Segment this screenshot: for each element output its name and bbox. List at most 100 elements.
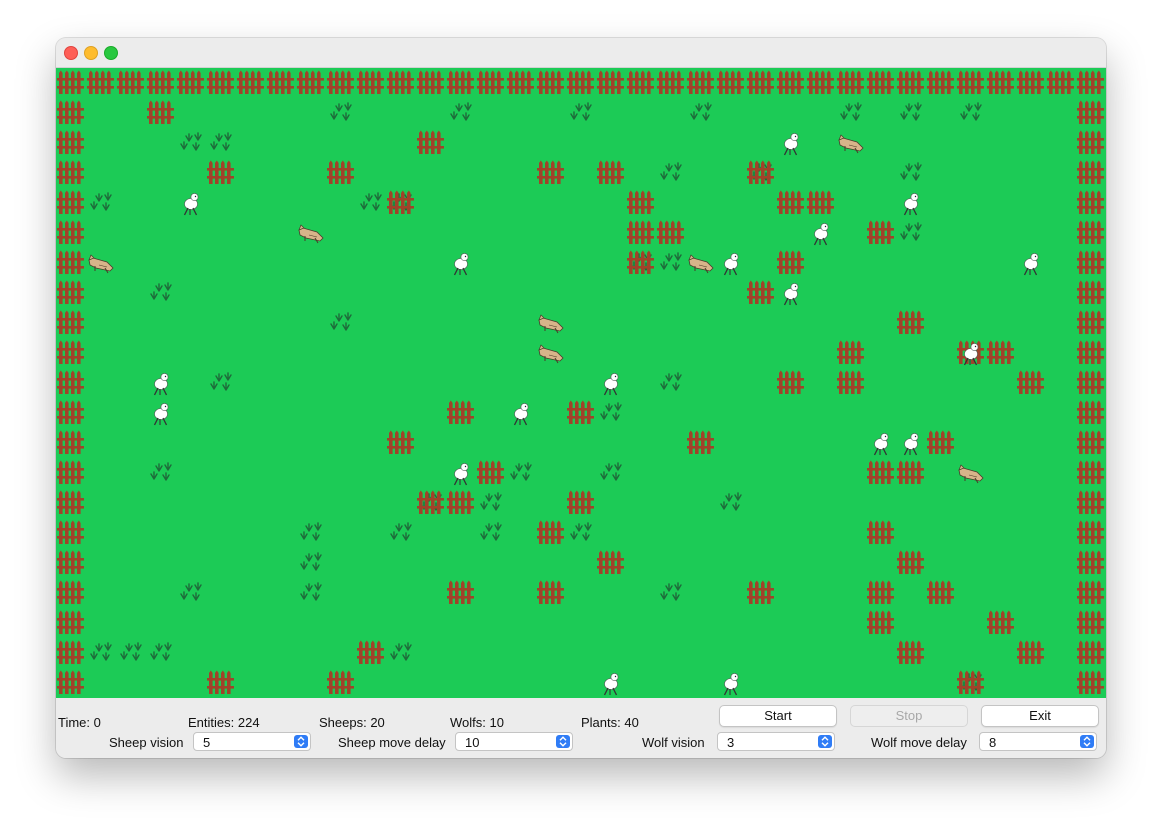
fence-tile — [897, 70, 924, 94]
minimize-window-button[interactable] — [84, 46, 98, 60]
fence-tile — [447, 70, 474, 94]
control-panel: Time: 0 Entities: 224 Sheeps: 20 Wolfs: … — [56, 698, 1106, 758]
plant-tile — [660, 162, 682, 181]
sheep-vision-label: Sheep vision — [109, 735, 184, 750]
fence-tile — [57, 490, 84, 514]
sheep-move-delay-value: 10 — [465, 735, 480, 750]
fence-tile — [417, 70, 444, 94]
fence-tile — [57, 100, 84, 124]
wolf-sprite — [538, 314, 564, 334]
fence-tile — [57, 580, 84, 604]
fence-tile — [687, 430, 714, 454]
fence-tile — [1077, 430, 1104, 454]
sheep-sprite — [783, 283, 799, 306]
fence-tile — [207, 70, 234, 94]
start-button[interactable]: Start — [719, 705, 837, 727]
fence-tile — [1017, 370, 1044, 394]
fence-tile — [1077, 580, 1104, 604]
fence-tile — [57, 610, 84, 634]
fence-tile — [1077, 70, 1104, 94]
fence-tile — [57, 340, 84, 364]
sheep-sprite — [903, 433, 919, 456]
fence-tile — [537, 580, 564, 604]
fence-tile — [1077, 370, 1104, 394]
fence-tile — [1077, 520, 1104, 544]
plant-tile — [660, 372, 682, 391]
sheep-move-delay-select[interactable]: 10 — [455, 732, 573, 751]
exit-button[interactable]: Exit — [981, 705, 1099, 727]
fence-tile — [57, 550, 84, 574]
wolf-sprite — [88, 254, 114, 274]
wolf-move-delay-label: Wolf move delay — [871, 735, 967, 750]
fence-tile — [237, 70, 264, 94]
fence-tile — [1077, 130, 1104, 154]
fence-tile — [327, 670, 354, 694]
fence-tile — [1077, 280, 1104, 304]
wolf-move-delay-select[interactable]: 8 — [979, 732, 1097, 751]
close-window-button[interactable] — [64, 46, 78, 60]
stop-button[interactable]: Stop — [850, 705, 968, 727]
fence-tile — [57, 160, 84, 184]
fence-tile — [417, 130, 444, 154]
fence-tile — [1077, 640, 1104, 664]
sheep-move-delay-label: Sheep move delay — [338, 735, 446, 750]
wolf-sprite — [838, 134, 864, 154]
fence-tile — [807, 70, 834, 94]
fence-tile — [957, 70, 984, 94]
sheeps-counter: Sheeps: 20 — [319, 715, 385, 730]
fence-tile — [837, 70, 864, 94]
fence-tile — [1077, 490, 1104, 514]
fence-tile — [687, 70, 714, 94]
plant-tile — [600, 462, 622, 481]
sheep-sprite — [453, 463, 469, 486]
sheep-sprite — [813, 223, 829, 246]
fence-tile — [657, 70, 684, 94]
plant-tile — [300, 552, 322, 571]
fence-tile — [147, 70, 174, 94]
zoom-window-button[interactable] — [104, 46, 118, 60]
fence-tile — [1077, 250, 1104, 274]
sheep-sprite — [183, 193, 199, 216]
fence-tile — [867, 460, 894, 484]
fence-tile — [717, 70, 744, 94]
plant-tile — [900, 222, 922, 241]
fence-tile — [777, 190, 804, 214]
fence-tile — [1077, 550, 1104, 574]
plant-tile — [480, 492, 502, 511]
fence-tile — [777, 250, 804, 274]
plant-tile — [120, 642, 142, 661]
fence-tile — [1017, 70, 1044, 94]
fence-tile — [87, 70, 114, 94]
fence-tile — [177, 70, 204, 94]
plant-tile — [150, 462, 172, 481]
fence-tile — [867, 520, 894, 544]
plant-tile — [300, 582, 322, 601]
fence-tile — [117, 70, 144, 94]
plant-tile — [180, 132, 202, 151]
wolf-vision-value: 3 — [727, 735, 735, 750]
sheep-vision-select[interactable]: 5 — [193, 732, 311, 751]
fence-tile — [147, 100, 174, 124]
fence-tile — [627, 190, 654, 214]
sheep-sprite — [453, 253, 469, 276]
fence-tile — [747, 580, 774, 604]
plant-tile — [690, 102, 712, 121]
plant-tile — [150, 282, 172, 301]
plant-tile — [900, 102, 922, 121]
fence-tile — [867, 220, 894, 244]
fence-tile — [1077, 190, 1104, 214]
fence-tile — [477, 460, 504, 484]
fence-tile — [447, 580, 474, 604]
wolf-vision-select[interactable]: 3 — [717, 732, 835, 751]
fence-tile — [537, 70, 564, 94]
sheep-sprite — [903, 193, 919, 216]
wolfs-counter: Wolfs: 10 — [450, 715, 504, 730]
board-canvas — [57, 70, 1104, 696]
fence-tile — [57, 520, 84, 544]
fence-tile — [447, 490, 474, 514]
fence-tile — [57, 130, 84, 154]
fence-tile — [357, 70, 384, 94]
fence-tile — [957, 670, 984, 694]
fence-tile — [57, 220, 84, 244]
fence-tile — [57, 310, 84, 334]
